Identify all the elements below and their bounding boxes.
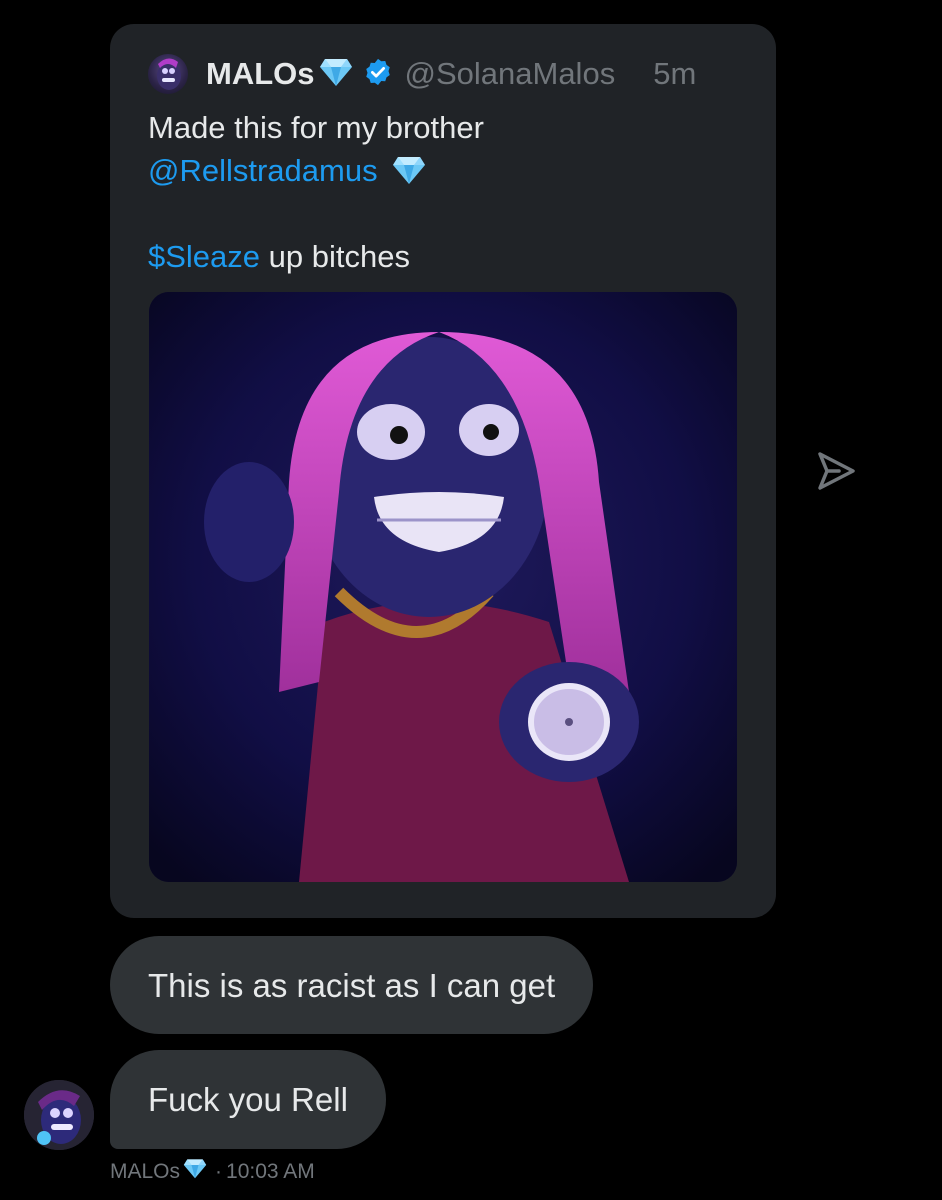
message-bubble[interactable]: Fuck you Rell [110,1050,386,1149]
sender-avatar[interactable] [24,1080,94,1150]
diamond-emoji-icon [319,57,353,92]
post-media-image[interactable] [149,292,737,882]
quoted-post-header: MALOs @SolanaMalos 5m [148,54,696,94]
author-avatar[interactable] [148,54,188,94]
verified-badge-icon [363,57,393,92]
message-meta: MALOs · 10:03 AM [110,1158,315,1185]
post-text-blank-line [148,192,484,235]
post-text-line-1: Made this for my brother [148,110,484,145]
cashtag-link[interactable]: $Sleaze [148,239,260,274]
share-send-icon[interactable] [815,450,857,492]
sender-name: MALOs [110,1159,181,1183]
quoted-post-text: Made this for my brother @Rellstradamus … [148,106,484,278]
meta-separator: · [215,1159,223,1183]
post-text-line-3: $Sleaze up bitches [148,235,484,278]
diamond-emoji-icon [183,1158,207,1185]
quoted-post-card[interactable]: MALOs @SolanaMalos 5m Made this for my b… [110,24,776,918]
post-text-rest: up bitches [260,239,410,274]
mention-link[interactable]: @Rellstradamus [148,153,378,188]
post-text-line-2: @Rellstradamus [148,149,484,192]
author-name[interactable]: MALOs [206,56,315,92]
author-handle[interactable]: @SolanaMalos [405,56,616,92]
message-bubble[interactable]: This is as racist as I can get [110,936,594,1034]
message-time: 10:03 AM [226,1159,315,1183]
diamond-emoji-icon [392,153,426,196]
post-age: 5m [653,56,697,91]
